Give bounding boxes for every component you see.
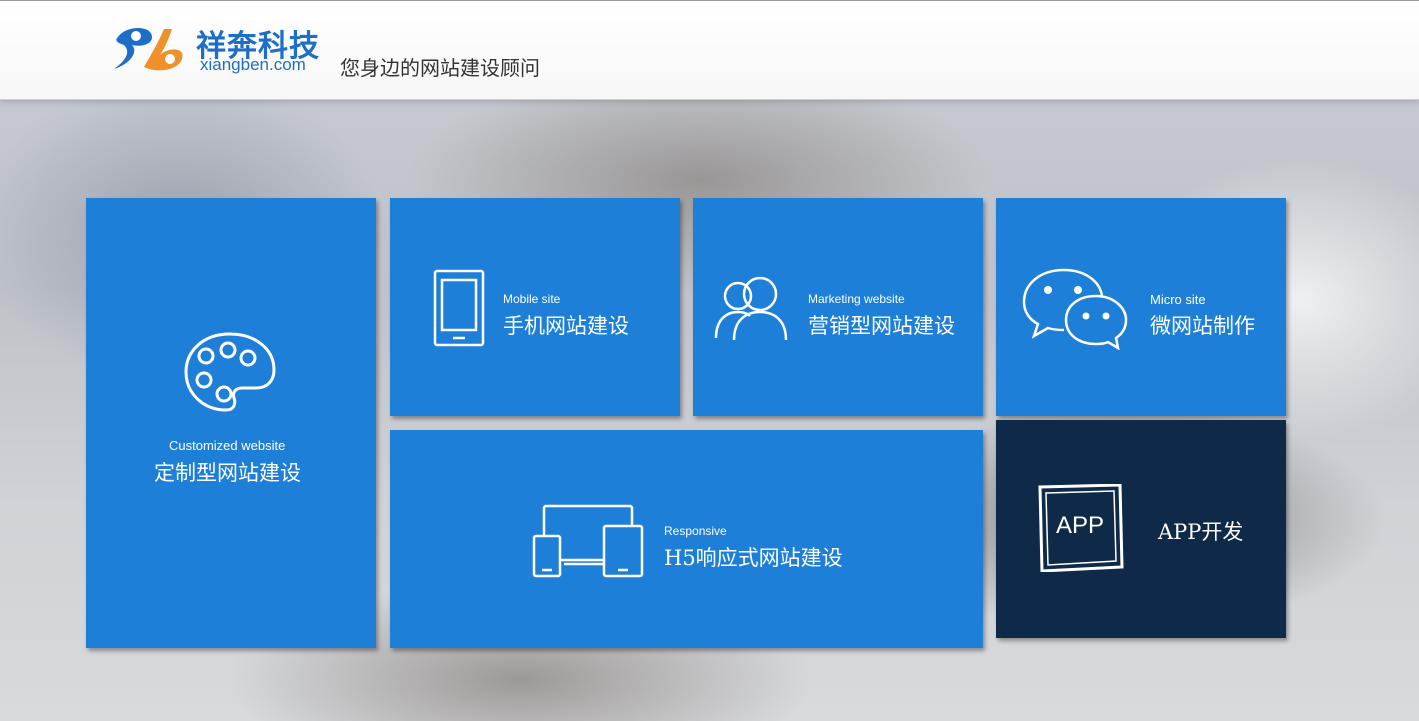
devices-icon (532, 502, 646, 578)
tile-title-cn: H5响应式网站建设 (664, 546, 843, 570)
tile-title-cn: 微网站制作 (1150, 314, 1255, 338)
wechat-icon (1020, 266, 1130, 350)
site-header: 祥奔科技 xiangben.com 您身边的网站建设顾问 (0, 0, 1419, 100)
tile-app-development[interactable]: APP APP开发 (996, 420, 1286, 638)
tile-title-en: Marketing website (808, 292, 905, 306)
phone-icon (433, 269, 485, 347)
tile-title-cn: 营销型网站建设 (808, 314, 955, 338)
app-badge-label: APP (1056, 512, 1105, 539)
tile-responsive[interactable]: Responsive H5响应式网站建设 (390, 430, 983, 648)
tile-customized-website[interactable]: Customized website 定制型网站建设 (86, 198, 376, 648)
tile-title-en: Customized website (169, 438, 286, 453)
users-icon (712, 274, 792, 342)
tile-title-cn: 手机网站建设 (503, 314, 629, 338)
tile-title-cn: 定制型网站建设 (154, 461, 301, 485)
tile-micro-site[interactable]: Micro site 微网站制作 (996, 198, 1286, 416)
tile-title-en: Mobile site (503, 292, 561, 306)
logo-mark-icon (108, 23, 190, 73)
app-badge-icon: APP (1038, 484, 1124, 572)
palette-icon (182, 330, 278, 414)
brand-domain: xiangben.com (200, 55, 306, 74)
logo[interactable]: 祥奔科技 xiangben.com (108, 21, 338, 77)
tile-mobile-site[interactable]: Mobile site 手机网站建设 (390, 198, 680, 416)
slogan: 您身边的网站建设顾问 (340, 58, 540, 80)
tile-marketing-website[interactable]: Marketing website 营销型网站建设 (693, 198, 983, 416)
tile-title-en: Micro site (1150, 292, 1206, 307)
tile-title-en: Responsive (664, 524, 727, 538)
tile-title-cn: APP开发 (1158, 520, 1244, 544)
